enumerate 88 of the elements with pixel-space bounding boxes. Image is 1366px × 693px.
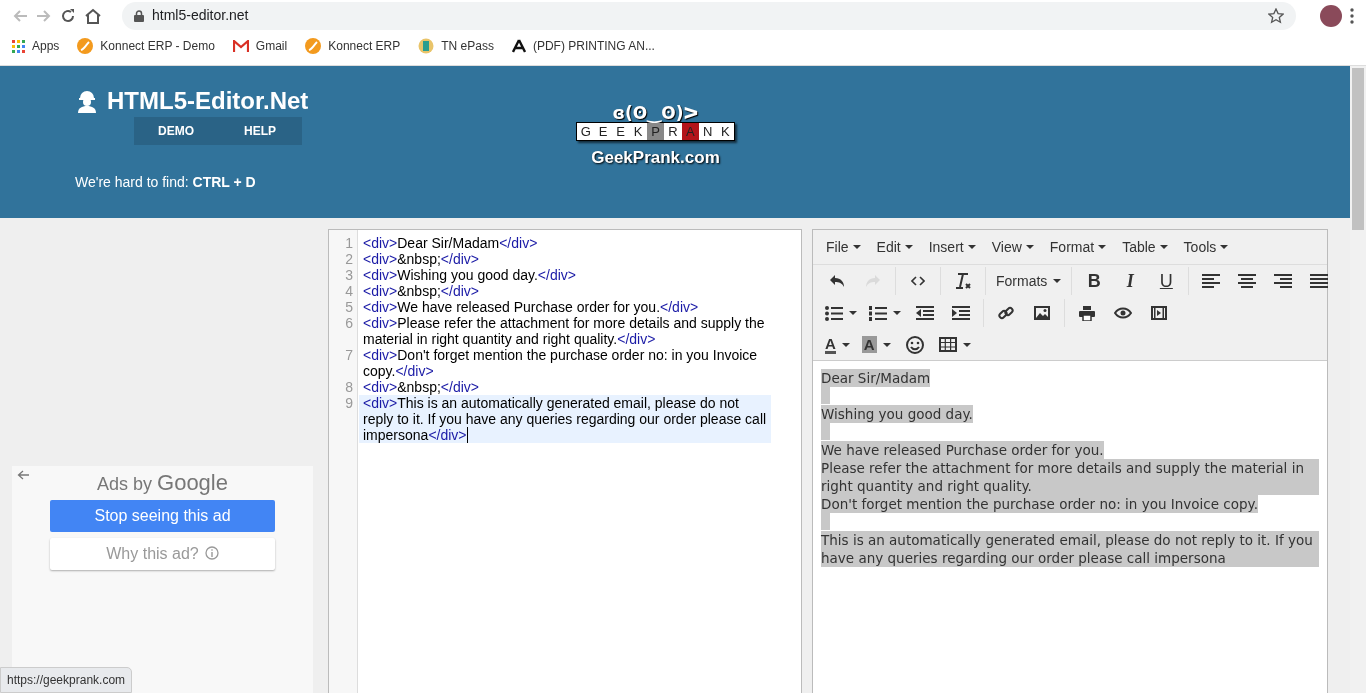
text-paragraph: Dear Sir/Madam <box>821 369 931 387</box>
bookmark-link[interactable]: (PDF) PRINTING AN... <box>532 37 655 55</box>
line-number: 1 <box>344 235 354 251</box>
clear-format-icon <box>954 272 972 290</box>
address-bar[interactable]: html5-editor.net <box>122 1 1296 30</box>
lock-icon <box>134 9 144 22</box>
line-number: 5 <box>344 299 354 315</box>
align-right-icon <box>1274 274 1293 288</box>
bullet-list-icon <box>825 305 843 321</box>
code-line[interactable]: <div>Dear Sir/Madam</div> <box>359 235 771 251</box>
line-number: 9 <box>344 395 354 413</box>
face-emoticon: ɞ(ʘ‿ʘ)ᐳ <box>611 104 700 122</box>
bookmark-link[interactable]: TN ePass <box>441 37 494 55</box>
bookmark-hint: We're hard to find: CTRL + D <box>75 173 257 192</box>
italic-button[interactable]: I <box>1112 267 1149 295</box>
swirl-logo-icon <box>305 38 322 54</box>
line-number: 3 <box>344 267 354 283</box>
home-icon[interactable] <box>84 7 102 24</box>
undo-icon <box>829 274 845 288</box>
text-paragraph: Wishing you good day. <box>821 405 973 423</box>
nav-link[interactable]: HELP <box>218 122 302 140</box>
menu-item[interactable]: File <box>818 236 869 258</box>
numbered-list-icon <box>869 305 887 321</box>
code-line[interactable]: <div>&nbsp;</div> <box>359 283 771 299</box>
menu-item[interactable]: Format <box>1041 236 1115 258</box>
text-paragraph: Don't forget mention the purchase order no: in you Invoice copy. <box>821 495 1258 513</box>
smiley-icon <box>905 335 924 354</box>
reload-icon[interactable] <box>60 7 76 24</box>
formats-dropdown[interactable]: Formats <box>990 267 1068 295</box>
info-icon <box>204 546 219 560</box>
indent-icon <box>952 306 970 320</box>
align-left-icon <box>1202 274 1221 288</box>
bookmark-link[interactable]: Apps <box>32 37 60 55</box>
outdent-icon <box>916 306 934 320</box>
table-icon <box>938 337 957 352</box>
code-line[interactable]: <div>Please refer the attachment for more details and supply the material in right quantity and right quality.</div> <box>359 315 771 347</box>
link-icon <box>998 305 1014 321</box>
line-number: 4 <box>344 283 354 299</box>
eye-icon <box>1114 307 1132 319</box>
text-cursor <box>466 427 468 443</box>
menu-item[interactable]: View <box>983 236 1042 258</box>
bookmark-link[interactable]: Gmail <box>255 37 288 55</box>
printer-icon <box>1079 305 1095 321</box>
profile-avatar[interactable] <box>1320 4 1342 27</box>
code-icon <box>911 276 925 286</box>
letter-logo-icon <box>511 39 526 53</box>
apps-grid-icon <box>12 39 25 53</box>
text-paragraph: We have released Purchase order for you. <box>821 441 1104 459</box>
text-paragraph: Please refer the attachment for more details and supply the material in right quantity and right quality. <box>821 459 1319 495</box>
underline-button[interactable]: U <box>1148 267 1185 295</box>
highlight-color-button[interactable]: A <box>855 330 897 359</box>
envelope-icon <box>232 40 249 52</box>
emblem-icon <box>418 38 435 54</box>
bookmark-link[interactable]: Konnect ERP <box>328 37 401 55</box>
image-icon <box>1034 306 1050 320</box>
code-line[interactable]: <div>Don't forget mention the purchase order no: in you Invoice copy.</div> <box>359 347 771 379</box>
ad-button[interactable]: Stop seeing this ad <box>50 500 275 532</box>
bookmark-link[interactable]: Konnect ERP - Demo <box>100 37 215 55</box>
status-url: https://geekprank.com <box>0 667 133 693</box>
code-line[interactable]: <div>Wishing you good day.</div> <box>359 267 771 283</box>
site-title[interactable]: HTML5-Editor.Net <box>107 86 309 116</box>
line-number: 2 <box>344 251 354 267</box>
line-number: 8 <box>344 379 354 395</box>
code-line[interactable]: <div>&nbsp;</div> <box>359 379 771 395</box>
code-line[interactable]: <div>We have released Purchase order for you.</div> <box>359 299 771 315</box>
menu-item[interactable]: Tools <box>1175 236 1237 258</box>
logo-letters[interactable]: G E E K P R A N K <box>576 122 735 141</box>
worker-icon <box>75 89 99 113</box>
text-paragraph: This is an automatically generated email, please do not reply to it. If you have any queries regarding our order please call impersona <box>821 531 1319 567</box>
swirl-logo-icon <box>77 38 94 54</box>
line-number: 7 <box>344 347 354 365</box>
star-icon[interactable] <box>1268 7 1284 24</box>
line-number: 6 <box>344 315 354 333</box>
back-arrow-icon[interactable] <box>17 470 29 480</box>
menu-item[interactable]: Edit <box>868 236 921 258</box>
code-line[interactable]: <div>&nbsp;</div> <box>359 251 771 267</box>
ads-label: Ads by Google <box>97 471 228 496</box>
text-color-button[interactable]: A <box>819 330 856 359</box>
site-link[interactable]: GeekPrank.com <box>573 145 738 171</box>
nav-link[interactable]: DEMO <box>134 122 218 140</box>
more-icon[interactable] <box>1350 7 1354 24</box>
align-center-icon <box>1238 274 1257 288</box>
bold-button[interactable]: B <box>1076 267 1113 295</box>
menu-item[interactable]: Insert <box>920 236 984 258</box>
scrollbar-thumb[interactable] <box>1352 68 1364 230</box>
menu-item[interactable]: Table <box>1114 236 1176 258</box>
justify-icon <box>1310 274 1329 288</box>
film-icon <box>1151 306 1167 320</box>
